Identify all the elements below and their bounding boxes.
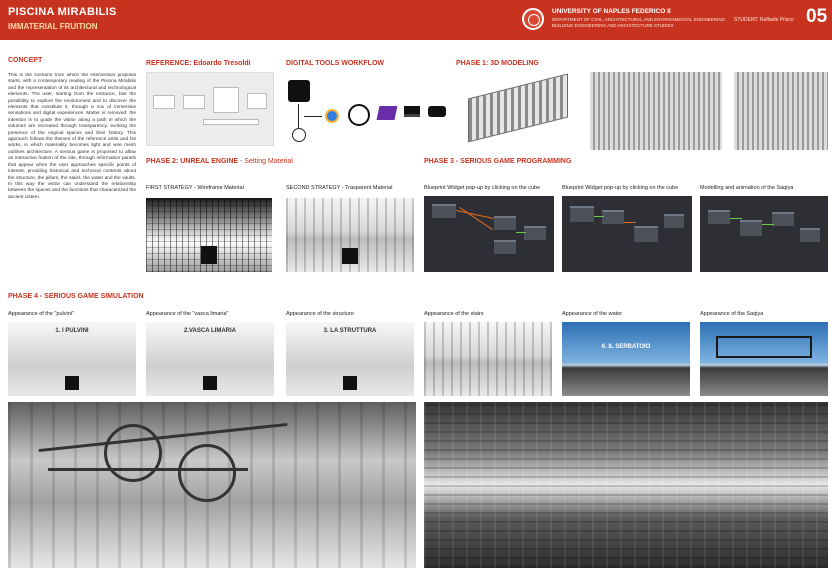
3d-model-columns xyxy=(468,73,568,143)
blueprint-node xyxy=(634,226,658,242)
blueprint-wire xyxy=(594,216,604,217)
blueprint-wire xyxy=(730,218,742,219)
3d-model-image xyxy=(456,72,582,150)
saqiya-beam xyxy=(48,468,248,471)
blueprint-node xyxy=(524,226,546,240)
cube-object xyxy=(342,248,358,264)
blueprint-wire xyxy=(762,224,774,225)
university-name: UNIVERSITY OF NAPLES FEDERICO II xyxy=(552,8,671,15)
reference-panel xyxy=(183,95,205,109)
blueprint-node xyxy=(432,204,456,218)
wireframe-render xyxy=(146,198,272,272)
transparent-render xyxy=(286,198,414,272)
digital-tools-heading: DIGITAL TOOLS WORKFLOW xyxy=(286,60,384,67)
blueprint-node xyxy=(800,228,820,242)
blueprint-node xyxy=(494,216,516,230)
large-render-corridor xyxy=(424,402,828,568)
sim-label-structure: 3. LA STRUTTURA xyxy=(323,328,377,334)
sim-caption-pulvini: Appearance of the "pulvini" xyxy=(8,311,74,317)
reference-panel xyxy=(213,87,239,113)
poster-subtitle: IMMATERIAL FRUITION xyxy=(8,22,98,31)
saqiya-wheel xyxy=(178,444,236,502)
3d-model-interior-view xyxy=(590,72,722,150)
workflow-line xyxy=(298,104,299,128)
blueprint-node xyxy=(708,210,730,224)
unreal-engine-logo-icon xyxy=(348,104,370,126)
phase4-heading: PHASE 4 - SERIOUS GAME SIMULATION xyxy=(8,293,144,300)
sim-caption-water: Appearance of the water xyxy=(562,311,622,317)
workflow-line xyxy=(304,116,322,117)
blueprint-node xyxy=(772,212,794,226)
reference-heading: REFERENCE: Edoardo Tresoldi xyxy=(146,60,251,67)
sim-screen-vasca: 2.VASCA LIMARIA xyxy=(146,322,274,396)
reference-image xyxy=(146,72,274,146)
sim-screen-water: 6. IL SERBATOIO xyxy=(562,322,690,396)
sim-caption-structure: Appearance of the structure xyxy=(286,311,354,317)
rhino-logo-icon xyxy=(288,80,310,102)
vr-headset-icon xyxy=(428,106,446,117)
sim-label-water: 6. IL SERBATOIO xyxy=(601,344,651,350)
cube-object xyxy=(343,376,357,390)
blueprint-node xyxy=(602,210,624,224)
blueprint-node xyxy=(570,206,594,222)
saqiya-blueprint-screenshot xyxy=(700,196,828,272)
concept-body-text: This is the scenario from which the inte… xyxy=(8,73,136,200)
phase2-subtitle: - Setting Material xyxy=(238,158,293,165)
sim-label-vasca: 2.VASCA LIMARIA xyxy=(183,328,236,334)
saqiya-caption: Modelling and animation of the Saqiya xyxy=(700,185,794,191)
phase3-heading: PHASE 3 - SERIOUS GAME PROGRAMMING xyxy=(424,158,572,165)
3d-model-interior-view-2 xyxy=(734,72,828,150)
blueprint-wire xyxy=(459,206,493,231)
student-name: STUDENT: Raffaele Prisco xyxy=(734,17,794,23)
blueprint-node xyxy=(494,240,516,254)
reference-panel xyxy=(203,119,259,125)
reference-panel xyxy=(153,95,175,109)
blueprint-caption-1: Blueprint Widget pop-up by clicking on t… xyxy=(424,185,541,191)
blueprint-caption-2: Blueprint Widget pop-up by clicking on t… xyxy=(562,185,679,191)
cube-object xyxy=(203,376,217,390)
sim-caption-vasca: Appearance of the "vasca limaria" xyxy=(146,311,229,317)
blueprint-wire xyxy=(624,222,636,223)
department-info: DEPARTMENT OF CIVIL, ARCHITECTURAL AND E… xyxy=(552,17,725,28)
department-line-1: DEPARTMENT OF CIVIL, ARCHITECTURAL AND E… xyxy=(552,17,726,22)
phase2-heading: PHASE 2: UNREAL ENGINE - Setting Materia… xyxy=(146,158,293,165)
large-render-saqiya xyxy=(8,402,416,568)
connector-icon xyxy=(292,128,306,142)
cube-object xyxy=(201,246,217,264)
concept-heading: CONCEPT xyxy=(8,57,43,64)
sim-caption-stairs: Appearance of the stairs xyxy=(424,311,484,317)
blender-logo-icon xyxy=(325,109,339,123)
reference-panel xyxy=(247,93,267,109)
saqiya-beam xyxy=(38,422,288,453)
phase1-heading: PHASE 1: 3D MODELING xyxy=(456,60,539,67)
header-banner: PISCINA MIRABILIS IMMATERIAL FRUITION UN… xyxy=(0,0,832,40)
blueprint-node xyxy=(740,220,762,236)
university-seal-icon xyxy=(522,8,544,30)
page-number: 05 xyxy=(806,6,828,27)
sim-caption-saqiya: Appearance of the Saqiya xyxy=(700,311,764,317)
blueprint-node xyxy=(664,214,684,228)
sim-screen-structure: 3. LA STRUTTURA xyxy=(286,322,414,396)
blueprint-wire xyxy=(516,232,526,233)
phase2-title: PHASE 2: UNREAL ENGINE xyxy=(146,158,239,165)
sim-label-pulvini: 1. I PULVINI xyxy=(55,328,89,334)
blueprint-screenshot-1 xyxy=(424,196,554,272)
poster-title: PISCINA MIRABILIS xyxy=(8,6,117,18)
sim-screen-stairs xyxy=(424,322,552,396)
sim-screen-pulvini: 1. I PULVINI xyxy=(8,322,136,396)
second-strategy-caption: SECOND STRATEGY - Trasparent Material xyxy=(286,185,393,191)
blueprint-screenshot-2 xyxy=(562,196,692,272)
department-line-2: BUILDING ENGINEERING AND ARCHITECTURE ST… xyxy=(552,22,674,28)
cube-object xyxy=(65,376,79,390)
first-strategy-caption: FIRST STRATEGY - Wireframe Material xyxy=(146,185,244,191)
visual-studio-logo-icon xyxy=(376,106,398,120)
laptop-icon xyxy=(404,106,420,117)
saqiya-frame xyxy=(716,336,812,358)
saqiya-wheel xyxy=(104,424,162,482)
sim-screen-saqiya xyxy=(700,322,828,396)
